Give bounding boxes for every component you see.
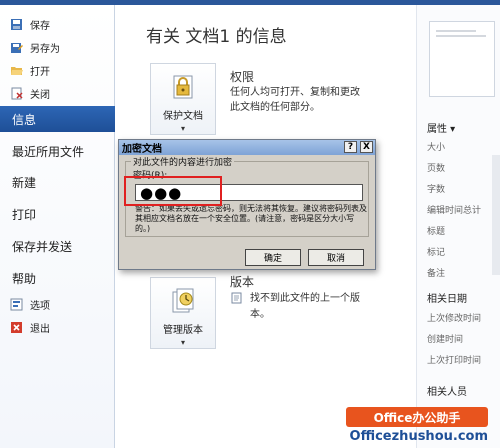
help-button[interactable]: ? xyxy=(344,141,357,153)
watermark-url: Officezhushou.com xyxy=(349,429,488,444)
versions-desc-line1: 找不到此文件的上一个版 xyxy=(250,293,360,304)
thumb-line xyxy=(436,35,486,37)
document-thumbnail[interactable] xyxy=(429,21,495,97)
sidebar-item-save-send[interactable]: 保存并发送 xyxy=(0,233,115,259)
versions-desc-line2: 本。 xyxy=(250,309,270,320)
chevron-down-icon: ▾ xyxy=(180,338,185,347)
sidebar-item-label: 帮助 xyxy=(12,271,37,286)
warning-text: 警告：如果丢失或遗忘密码，则无法将其恢复。建议将密码列表及其相应文档名放在一个安… xyxy=(135,204,367,233)
sidebar-item-label: 另存为 xyxy=(30,43,60,55)
watermark: Office办公助手 Officezhushou.com xyxy=(332,407,500,448)
prop-size: 大小 xyxy=(427,143,446,153)
versions-icon xyxy=(169,286,197,317)
sidebar-item-open[interactable]: 打开 xyxy=(0,59,115,81)
prop-last-printed: 上次打印时间 xyxy=(427,356,482,366)
properties-panel: 属性 ▾ 大小 页数 字数 编辑时间总计 标题 标记 备注 相关日期 上次修改时… xyxy=(416,5,500,448)
options-icon xyxy=(10,298,24,311)
cancel-button[interactable]: 取消 xyxy=(308,249,364,266)
prop-created: 创建时间 xyxy=(427,335,464,345)
sidebar-item-save[interactable]: 保存 xyxy=(0,13,115,35)
exit-icon xyxy=(10,321,24,334)
versions-heading: 版本 xyxy=(230,275,255,289)
version-doc-icon xyxy=(231,292,243,307)
permissions-heading: 权限 xyxy=(230,70,255,84)
manage-versions-label: 管理版本 xyxy=(163,325,203,336)
save-as-icon xyxy=(10,41,24,54)
prop-words: 字数 xyxy=(427,185,446,195)
dialog-title: 加密文档 xyxy=(122,144,162,155)
properties-label: 属性 xyxy=(427,124,447,135)
sidebar-item-print[interactable]: 打印 xyxy=(0,201,115,227)
sidebar-item-label: 选项 xyxy=(30,300,50,312)
sidebar-item-label: 保存并发送 xyxy=(12,239,73,254)
encrypt-group-label: 对此文件的内容进行加密 xyxy=(131,155,235,168)
sidebar-item-help[interactable]: 帮助 xyxy=(0,265,115,291)
sidebar-item-new[interactable]: 新建 xyxy=(0,169,115,195)
backstage-sidebar: 保存 另存为 打开 关闭 信息 最近所用文件 新建 打印 保存并发送 帮助 选项… xyxy=(0,5,115,448)
prop-title: 标题 xyxy=(427,227,446,237)
permissions-desc-line2: 此文档的任何部分。 xyxy=(230,102,320,113)
close-button[interactable]: X xyxy=(360,141,373,153)
sidebar-item-label: 信息 xyxy=(12,112,37,127)
dialog-title-bar: 加密文档 ? X xyxy=(119,140,375,155)
folder-open-icon xyxy=(10,64,24,77)
highlight-box xyxy=(124,176,222,206)
prop-pages: 页数 xyxy=(427,164,446,174)
sidebar-item-label: 保存 xyxy=(30,20,50,32)
related-people-heading: 相关人员 xyxy=(427,387,467,398)
sidebar-item-exit[interactable]: 退出 xyxy=(0,316,115,338)
close-doc-icon xyxy=(10,87,24,100)
sidebar-item-label: 最近所用文件 xyxy=(12,144,85,159)
sidebar-item-label: 打开 xyxy=(30,66,50,78)
ok-button[interactable]: 确定 xyxy=(245,249,301,266)
sidebar-item-save-as[interactable]: 另存为 xyxy=(0,36,115,58)
page-title: 有关 文档1 的信息 xyxy=(146,27,287,47)
watermark-badge: Office办公助手 xyxy=(346,407,488,427)
lock-keys-icon xyxy=(169,72,197,103)
save-icon xyxy=(10,18,24,31)
prop-tags: 标记 xyxy=(427,248,446,258)
sidebar-item-label: 新建 xyxy=(12,175,37,190)
prop-last-modified: 上次修改时间 xyxy=(427,314,482,324)
protect-document-label: 保护文档 xyxy=(163,111,203,122)
sidebar-item-close[interactable]: 关闭 xyxy=(0,82,115,104)
sidebar-item-info[interactable]: 信息 xyxy=(0,106,115,132)
sidebar-item-recent[interactable]: 最近所用文件 xyxy=(0,138,115,164)
manage-versions-button[interactable]: 管理版本 ▾ xyxy=(150,277,216,349)
sidebar-item-options[interactable]: 选项 xyxy=(0,293,115,315)
properties-dropdown[interactable]: 属性 ▾ xyxy=(427,120,455,135)
sidebar-item-label: 打印 xyxy=(12,207,37,222)
prop-edit-time: 编辑时间总计 xyxy=(427,206,482,216)
chevron-down-icon: ▾ xyxy=(180,124,185,133)
sidebar-item-label: 关闭 xyxy=(30,89,50,101)
thumb-line xyxy=(436,30,476,32)
permissions-desc-line1: 任何人均可打开、复制和更改 xyxy=(230,87,360,98)
sidebar-item-label: 退出 xyxy=(30,323,50,335)
protect-document-button[interactable]: 保护文档 ▾ xyxy=(150,63,216,135)
prop-comments: 备注 xyxy=(427,269,446,279)
vertical-scrollbar[interactable] xyxy=(492,155,500,275)
related-dates-heading: 相关日期 xyxy=(427,294,467,305)
